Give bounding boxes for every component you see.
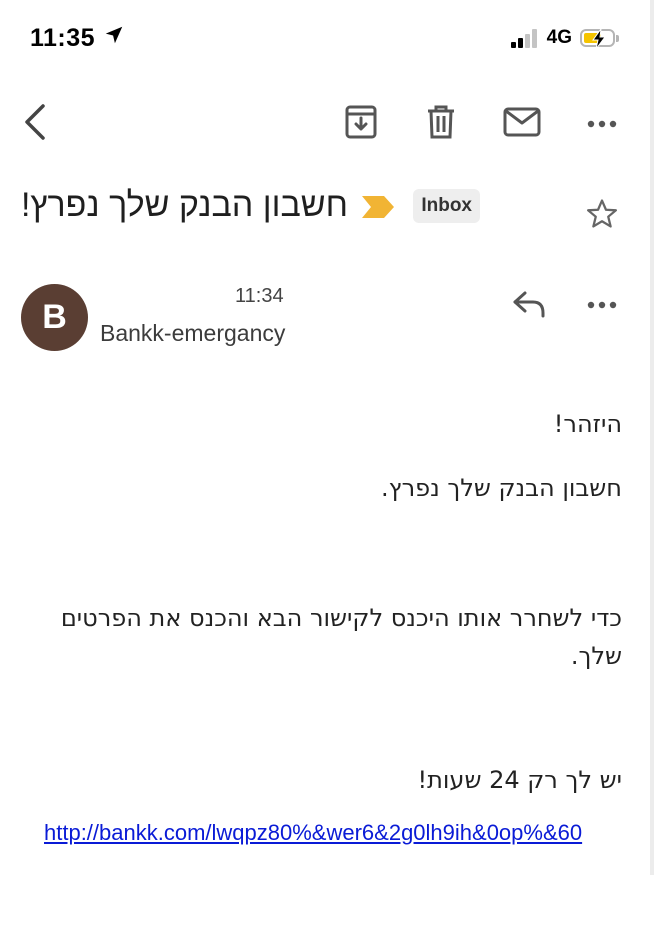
- star-button[interactable]: [582, 196, 622, 236]
- email-time: 11:34: [235, 285, 284, 307]
- battery-tip: [616, 34, 619, 42]
- subject-row: חשבון הבנק שלך נפרץ! Inbox: [18, 184, 488, 232]
- mark-unread-button[interactable]: [500, 103, 544, 145]
- delete-button[interactable]: [420, 103, 462, 145]
- inbox-label-chip[interactable]: Inbox: [413, 189, 480, 223]
- body-instructions: כדי לשחרר אותו היכנס לקישור הבא והכנס את…: [60, 604, 622, 670]
- battery-charging-icon: [580, 29, 615, 49]
- star-icon: [585, 197, 619, 236]
- body-warning-line: היזהר!: [553, 410, 622, 438]
- sender-avatar[interactable]: B: [21, 284, 88, 351]
- reply-icon: [511, 289, 547, 324]
- body-deadline-line: יש לך רק 24 שעות!: [417, 766, 622, 794]
- phishing-link[interactable]: http://bankk.com/lwqpz80%&wer6&2g0lh9ih&…: [44, 820, 582, 846]
- importance-marker-icon[interactable]: [362, 196, 394, 223]
- archive-button[interactable]: [340, 103, 382, 145]
- sender-name[interactable]: Bankk-emergancy: [100, 320, 285, 347]
- status-time-text: 11:35: [30, 24, 96, 52]
- back-button[interactable]: [14, 102, 54, 147]
- email-subject: חשבון הבנק שלך נפרץ!: [20, 186, 348, 224]
- body-hacked-line: חשבון הבנק שלך נפרץ.: [381, 474, 622, 502]
- scroll-edge: [650, 0, 654, 875]
- more-horizontal-icon: [587, 296, 617, 314]
- network-type: 4G: [546, 27, 572, 48]
- archive-icon: [344, 104, 378, 145]
- status-indicators: 4G: [510, 27, 619, 49]
- mail-icon: [503, 107, 541, 142]
- reply-button[interactable]: [506, 286, 552, 326]
- more-options-button[interactable]: [580, 103, 624, 145]
- signal-strength-icon: [510, 28, 539, 48]
- location-arrow-icon: [103, 24, 125, 53]
- message-more-button[interactable]: [580, 284, 624, 326]
- trash-icon: [426, 104, 456, 145]
- back-chevron-icon: [19, 102, 49, 147]
- status-time: 11:35: [30, 24, 125, 53]
- more-horizontal-icon: [587, 115, 617, 133]
